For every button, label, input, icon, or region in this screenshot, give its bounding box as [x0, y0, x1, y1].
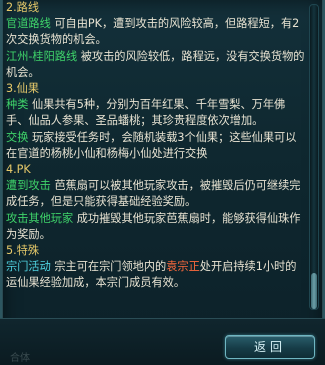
special-sect-paragraph: 宗门活动 宗主可在宗门领地内的袁宗正处开启持续1小时的运仙果经验加成，本宗门成员… — [6, 259, 306, 291]
fruit-exchange-text: 玩家接受任务时，会随机装载3个仙果；这些仙果可以在官道的杨桃小仙和杨梅小仙处进行… — [6, 130, 297, 160]
keyword-attack-others: 攻击其他玩家 — [6, 211, 74, 225]
keyword-sect-activity: 宗门活动 — [6, 260, 51, 274]
return-button[interactable]: 返回 — [225, 335, 315, 359]
vertical-scrollbar[interactable] — [309, 4, 319, 310]
route-jiangzhou-paragraph: 江州-桂阳路线 被攻击的风险较低，路程远，没有交换货物的机会。 — [6, 49, 306, 81]
background-ghost-text: 合体 — [10, 353, 30, 364]
help-text-panel: 2.路线 官道路线 可自由PK，遭到攻击的风险较高，但路程短，有2次交换货物的机… — [6, 0, 306, 318]
section-title-route: 2.路线 — [6, 1, 40, 14]
section-title-fruit: 3.仙果 — [6, 82, 40, 96]
pk-attack-paragraph: 攻击其他玩家 成功摧毁其他玩家芭蕉扇时，能够获得仙珠作为奖励。 — [6, 211, 306, 243]
special-sect-text-a: 宗主可在宗门领地内的 — [50, 260, 167, 274]
fruit-kinds-text: 仙果共有5种，分别为百年红果、千年雪梨、万年佛手、仙品人参果、圣品蟠桃；其珍贵程… — [6, 98, 286, 128]
keyword-attacked: 遭到攻击 — [6, 179, 51, 193]
route-official-paragraph: 官道路线 可自由PK，遭到攻击的风险较高，但路程短，有2次交换货物的机会。 — [6, 16, 306, 48]
fruit-exchange-paragraph: 交换 玩家接受任务时，会随机装载3个仙果；这些仙果可以在官道的杨桃小仙和杨梅小仙… — [6, 130, 306, 162]
pk-attacked-text: 芭蕉扇可以被其他玩家攻击，被摧毁后仍可继续完成任务，但是只能获得基础经验奖励。 — [6, 179, 301, 209]
pk-attacked-paragraph: 遭到攻击 芭蕉扇可以被其他玩家攻击，被摧毁后仍可继续完成任务，但是只能获得基础经… — [6, 178, 306, 210]
keyword-exchange: 交换 — [6, 130, 29, 144]
keyword-official-route: 官道路线 — [6, 17, 51, 31]
scrollbar-thumb[interactable] — [311, 273, 317, 309]
section-title-special: 5.特殊 — [6, 244, 40, 258]
route-official-text: 可自由PK，遭到攻击的风险较高，但路程短，有2次交换货物的机会。 — [6, 17, 300, 47]
section-title-pk: 4.PK — [6, 163, 31, 177]
npc-yuan-zongzheng[interactable]: 袁宗正 — [166, 260, 200, 273]
keyword-kinds: 种类 — [6, 98, 29, 112]
fruit-kinds-paragraph: 种类 仙果共有5种，分别为百年红果、千年雪梨、万年佛手、仙品人参果、圣品蟠桃；其… — [6, 97, 306, 129]
keyword-jiangzhou-route: 江州-桂阳路线 — [6, 49, 78, 63]
